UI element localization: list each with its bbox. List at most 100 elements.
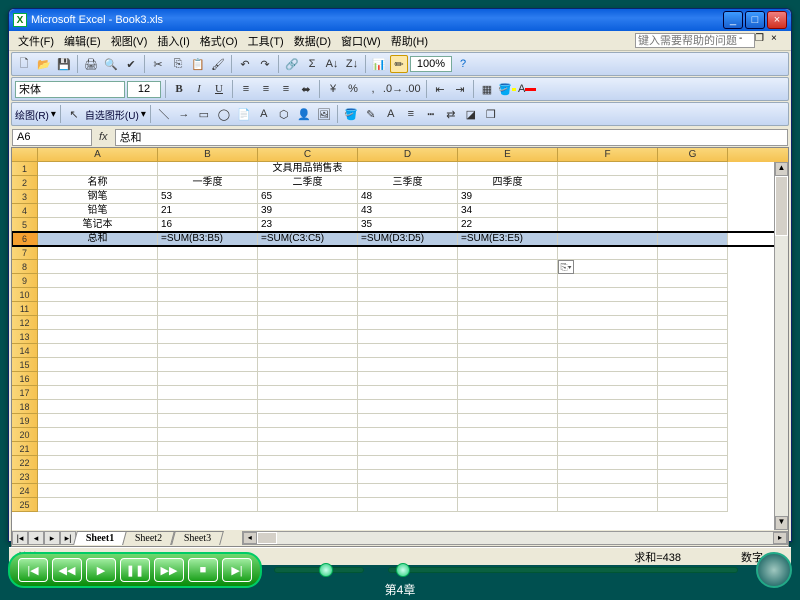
underline-button[interactable]: U	[210, 80, 228, 98]
cell[interactable]	[658, 414, 728, 428]
spelling-icon[interactable]: ✔	[122, 55, 140, 73]
cell[interactable]	[458, 330, 558, 344]
cell[interactable]	[38, 428, 158, 442]
cell[interactable]	[658, 246, 728, 260]
cell[interactable]: 22	[458, 218, 558, 232]
dash-style-icon[interactable]: ┅	[422, 105, 440, 123]
merge-center-icon[interactable]: ⬌	[297, 80, 315, 98]
tab-next-icon[interactable]: ▸	[44, 531, 60, 545]
cell[interactable]	[258, 330, 358, 344]
cell[interactable]	[158, 484, 258, 498]
cell[interactable]: 34	[458, 204, 558, 218]
cell[interactable]: 二季度	[258, 176, 358, 190]
cell[interactable]	[658, 316, 728, 330]
cell[interactable]	[658, 232, 728, 246]
cell[interactable]	[38, 344, 158, 358]
cell[interactable]	[658, 498, 728, 512]
cell[interactable]: 21	[158, 204, 258, 218]
cell[interactable]	[558, 232, 658, 246]
cell[interactable]	[158, 330, 258, 344]
row-header[interactable]: 5	[12, 218, 38, 232]
tab-first-icon[interactable]: |◂	[12, 531, 28, 545]
row-header[interactable]: 12	[12, 316, 38, 330]
row-header[interactable]: 23	[12, 470, 38, 484]
menu-help[interactable]: 帮助(H)	[386, 31, 433, 51]
cell[interactable]	[358, 302, 458, 316]
cell[interactable]	[658, 456, 728, 470]
cell[interactable]	[558, 386, 658, 400]
cell[interactable]	[358, 372, 458, 386]
select-objects-icon[interactable]: ↖	[65, 105, 83, 123]
col-header-F[interactable]: F	[558, 148, 658, 162]
cell[interactable]	[38, 274, 158, 288]
cell[interactable]	[358, 498, 458, 512]
sheet-tab-3[interactable]: Sheet3	[171, 531, 224, 545]
grid-row[interactable]: 19	[12, 414, 788, 428]
col-header-A[interactable]: A	[38, 148, 158, 162]
col-header-D[interactable]: D	[358, 148, 458, 162]
cell[interactable]	[158, 274, 258, 288]
cell[interactable]	[658, 386, 728, 400]
grid-row[interactable]: 14	[12, 344, 788, 358]
cell[interactable]	[358, 442, 458, 456]
menu-window[interactable]: 窗口(W)	[336, 31, 386, 51]
cell[interactable]	[258, 316, 358, 330]
cell[interactable]	[458, 442, 558, 456]
cell[interactable]: 文具用品销售表	[258, 162, 358, 176]
cell[interactable]	[458, 162, 558, 176]
cell[interactable]	[258, 246, 358, 260]
percent-icon[interactable]: %	[344, 80, 362, 98]
grid-row[interactable]: 4铅笔21394334	[12, 204, 788, 218]
cell[interactable]	[658, 470, 728, 484]
cell[interactable]	[38, 498, 158, 512]
cell[interactable]	[558, 344, 658, 358]
grid-row[interactable]: 16	[12, 372, 788, 386]
cell[interactable]: =SUM(D3:D5)	[358, 232, 458, 246]
row-header[interactable]: 2	[12, 176, 38, 190]
cell[interactable]	[258, 274, 358, 288]
cell[interactable]	[458, 386, 558, 400]
grid-row[interactable]: 5笔记本16233522	[12, 218, 788, 232]
cell[interactable]	[38, 246, 158, 260]
cell[interactable]	[358, 414, 458, 428]
menu-format[interactable]: 格式(O)	[195, 31, 243, 51]
cell[interactable]	[358, 162, 458, 176]
player-last-button[interactable]: ▶|	[222, 558, 252, 582]
cell[interactable]	[358, 358, 458, 372]
row-header[interactable]: 16	[12, 372, 38, 386]
cell[interactable]	[558, 372, 658, 386]
cell[interactable]: 一季度	[158, 176, 258, 190]
cell[interactable]	[658, 288, 728, 302]
font-size-box[interactable]	[127, 81, 161, 98]
save-icon[interactable]: 💾	[55, 55, 73, 73]
volume-track[interactable]	[274, 567, 364, 573]
cell[interactable]	[358, 386, 458, 400]
cell[interactable]	[158, 316, 258, 330]
cell[interactable]	[558, 442, 658, 456]
row-header[interactable]: 13	[12, 330, 38, 344]
increase-indent-icon[interactable]: ⇥	[451, 80, 469, 98]
close-button[interactable]: ×	[767, 11, 787, 29]
sort-desc-icon[interactable]: Z↓	[343, 55, 361, 73]
scroll-right-icon[interactable]: ▸	[773, 532, 787, 544]
increase-decimal-icon[interactable]: .0→	[384, 80, 402, 98]
autosum-icon[interactable]: Σ	[303, 55, 321, 73]
row-header[interactable]: 18	[12, 400, 38, 414]
grid-row[interactable]: 25	[12, 498, 788, 512]
cell[interactable]	[258, 498, 358, 512]
menu-edit[interactable]: 编辑(E)	[59, 31, 106, 51]
player-stop-button[interactable]: ■	[188, 558, 218, 582]
cell[interactable]	[458, 372, 558, 386]
fill-color-draw-icon[interactable]: 🪣	[342, 105, 360, 123]
player-forward-button[interactable]: ▶▶	[154, 558, 184, 582]
row-header[interactable]: 25	[12, 498, 38, 512]
grid-row[interactable]: 2名称一季度二季度三季度四季度	[12, 176, 788, 190]
select-all-corner[interactable]	[12, 148, 38, 162]
cell[interactable]	[258, 358, 358, 372]
row-header[interactable]: 15	[12, 358, 38, 372]
progress-track[interactable]	[388, 567, 738, 573]
font-color-icon[interactable]: A	[518, 80, 536, 98]
cell[interactable]	[358, 344, 458, 358]
cell[interactable]: 23	[258, 218, 358, 232]
cell[interactable]	[358, 484, 458, 498]
